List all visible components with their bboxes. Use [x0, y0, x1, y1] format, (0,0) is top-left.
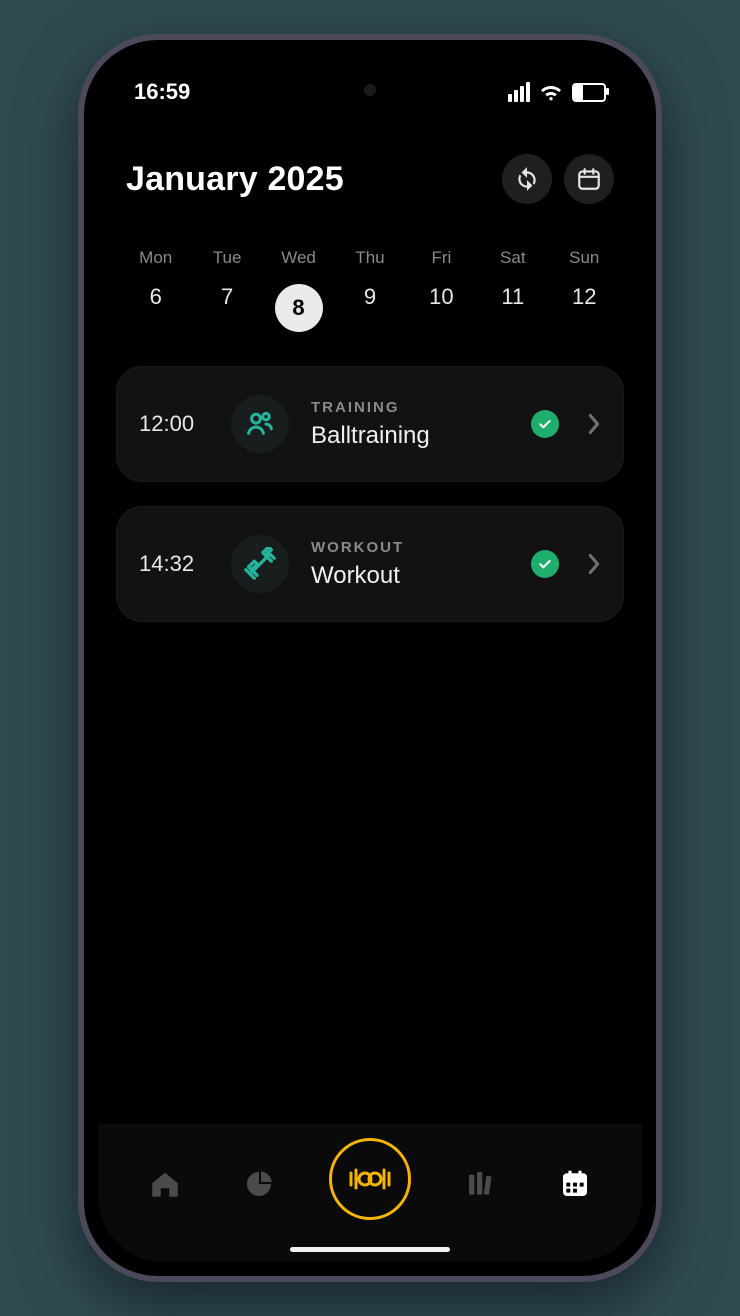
check-icon — [537, 416, 553, 432]
event-name: Balltraining — [311, 422, 509, 450]
day-tue[interactable]: Tue 7 — [191, 248, 262, 332]
calendar-icon — [576, 166, 602, 192]
day-sat[interactable]: Sat 11 — [477, 248, 548, 332]
tab-bar — [98, 1124, 642, 1262]
day-thu[interactable]: Thu 9 — [334, 248, 405, 332]
day-number: 6 — [150, 284, 162, 310]
check-icon — [537, 556, 553, 572]
screen: 16:59 January 2025 Mon6 Tue7 We — [98, 54, 642, 1262]
status-right — [508, 82, 606, 102]
calendar-button[interactable] — [564, 154, 614, 204]
tab-library[interactable] — [457, 1160, 505, 1208]
event-name: Workout — [311, 562, 509, 590]
barbell-icon — [347, 1164, 393, 1194]
chevron-right-icon — [587, 413, 601, 435]
tab-stats[interactable] — [235, 1160, 283, 1208]
wifi-icon — [539, 83, 563, 101]
day-label: Tue — [213, 248, 242, 268]
tab-home[interactable] — [141, 1160, 189, 1208]
day-mon[interactable]: Mon 6 — [120, 248, 191, 332]
group-icon — [244, 408, 276, 440]
day-label: Mon — [139, 248, 172, 268]
day-wed[interactable]: Wed 8 — [263, 248, 334, 332]
event-icon-wrap — [231, 535, 289, 593]
day-number: 8 — [275, 284, 323, 332]
sync-icon — [514, 166, 540, 192]
event-card-workout[interactable]: 14:32 WORKOUT Workout — [116, 506, 624, 622]
phone-bezel: 16:59 January 2025 Mon6 Tue7 We — [84, 40, 656, 1276]
day-fri[interactable]: Fri 10 — [406, 248, 477, 332]
cellular-icon — [508, 82, 530, 102]
header: January 2025 — [98, 120, 642, 204]
home-indicator[interactable] — [290, 1247, 450, 1252]
day-label: Wed — [281, 248, 316, 268]
day-number: 12 — [572, 284, 596, 310]
home-icon — [148, 1167, 182, 1201]
day-number: 7 — [221, 284, 233, 310]
tab-calendar[interactable] — [551, 1160, 599, 1208]
calendar-filled-icon — [559, 1168, 591, 1200]
event-time: 14:32 — [139, 551, 209, 577]
front-camera — [364, 84, 376, 96]
event-done-badge — [531, 410, 559, 438]
day-number: 9 — [364, 284, 376, 310]
day-label: Fri — [431, 248, 451, 268]
event-icon-wrap — [231, 395, 289, 453]
day-label: Thu — [355, 248, 384, 268]
day-sun[interactable]: Sun 12 — [549, 248, 620, 332]
tab-workout[interactable] — [329, 1138, 411, 1220]
dumbbell-icon — [243, 547, 277, 581]
day-number: 10 — [429, 284, 453, 310]
event-time: 12:00 — [139, 411, 209, 437]
phone-frame: 16:59 January 2025 Mon6 Tue7 We — [78, 34, 662, 1282]
week-strip: Mon 6 Tue 7 Wed 8 Thu 9 Fri 10 Sat 11 Sun 12 — [98, 204, 642, 342]
chevron-right-icon — [587, 553, 601, 575]
event-category: WORKOUT — [311, 539, 509, 556]
page-title: January 2025 — [126, 160, 344, 199]
event-list: 12:00 TRAINING Balltraining 14:32 — [98, 342, 642, 646]
sync-button[interactable] — [502, 154, 552, 204]
day-label: Sat — [500, 248, 526, 268]
day-number: 11 — [501, 284, 524, 310]
day-label: Sun — [569, 248, 599, 268]
event-done-badge — [531, 550, 559, 578]
battery-icon — [572, 83, 606, 102]
event-category: TRAINING — [311, 399, 509, 416]
event-card-training[interactable]: 12:00 TRAINING Balltraining — [116, 366, 624, 482]
pie-chart-icon — [243, 1168, 275, 1200]
status-time: 16:59 — [134, 79, 190, 105]
library-icon — [465, 1168, 497, 1200]
